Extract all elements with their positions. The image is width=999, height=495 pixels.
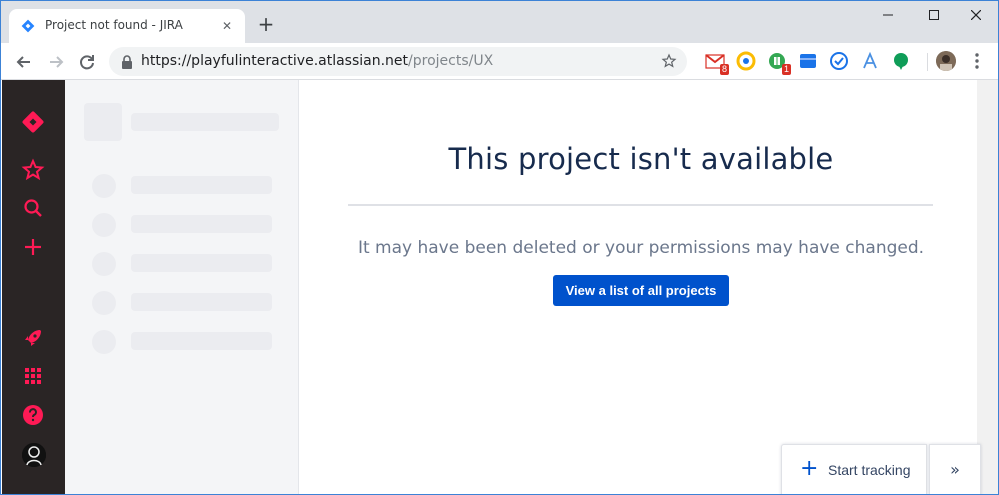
profile-avatar-icon[interactable] [936,51,956,71]
forward-button[interactable] [45,51,67,73]
maximize-button[interactable] [911,1,957,31]
search-icon[interactable] [21,196,45,220]
divider [348,204,933,206]
view-all-projects-button[interactable]: View a list of all projects [553,275,729,306]
new-tab-button[interactable]: + [255,14,277,36]
ext-blue-square-icon[interactable] [798,51,818,71]
profile-avatar[interactable] [22,443,46,467]
browser-menu-icon[interactable] [967,51,987,71]
ext-green-badge: 1 [781,64,791,75]
browser-toolbar: https://playfulinteractive.atlassian.net… [1,43,998,80]
close-icon [970,9,982,21]
minimize-icon [883,14,893,16]
start-tracking-label: Start tracking [828,462,911,478]
gmail-icon[interactable]: 8 [705,51,729,75]
plus-icon: + [800,456,819,481]
create-plus-icon[interactable] [21,235,45,259]
skeleton-bar [131,254,272,272]
chrome-logo-icon[interactable] [736,51,756,71]
ext-green-icon[interactable]: 1 [767,51,791,75]
browser-tab[interactable]: Project not found - JIRA ✕ [9,9,245,43]
maximize-icon [929,10,939,20]
tab-strip: Project not found - JIRA ✕ + [1,1,998,43]
tab-title: Project not found - JIRA [45,18,183,32]
url-text: https://playfulinteractive.atlassian.net… [141,53,493,69]
skeleton-icon [92,174,116,198]
close-window-button[interactable] [953,1,998,31]
project-sidebar-skeleton [65,80,299,494]
vertical-scrollbar[interactable] [977,80,998,494]
jira-logo-icon[interactable] [21,110,45,134]
skeleton-bar [131,293,272,311]
main-content: This project isn't available It may have… [299,80,977,494]
address-bar[interactable]: https://playfulinteractive.atlassian.net… [109,47,687,76]
tab-close-icon[interactable]: ✕ [219,18,235,34]
skeleton-icon [92,213,116,237]
rocket-icon[interactable] [21,326,45,350]
lock-icon [122,55,132,69]
global-navigation [2,80,65,494]
reload-button[interactable] [76,51,98,73]
page-title: This project isn't available [448,142,834,176]
start-tracking-button[interactable]: + Start tracking [781,444,927,494]
expand-panel-button[interactable]: » [929,444,981,494]
gmail-badge: 8 [719,64,729,75]
ext-leaf-icon[interactable] [891,51,911,71]
back-arrow-icon [16,56,30,68]
skeleton-icon [92,330,116,354]
url-path: /projects/UX [408,53,494,69]
bookmark-star-icon[interactable] [661,53,677,69]
apps-grid-icon[interactable] [21,364,45,388]
skeleton-icon [92,291,116,315]
forward-arrow-icon [50,56,64,68]
browser-window: Project not found - JIRA ✕ + https://pla… [0,0,999,495]
skeleton-icon [92,252,116,276]
skeleton-bar [131,176,272,194]
error-message: It may have been deleted or your permiss… [357,238,925,258]
ext-a-icon[interactable] [860,51,880,71]
skeleton-bar [131,332,272,350]
star-icon[interactable] [21,158,45,182]
skeleton-avatar [84,103,122,141]
skeleton-bar [131,215,272,233]
url-host: https://playfulinteractive.atlassian.net [141,53,409,69]
reload-icon [80,55,94,70]
ext-check-icon[interactable] [829,51,849,71]
back-button[interactable] [13,51,35,73]
help-icon[interactable] [21,403,45,427]
minimize-button[interactable] [865,1,911,31]
skeleton-title-bar [131,113,279,131]
jira-diamond-icon [21,19,35,33]
toolbar-separator [927,53,928,71]
